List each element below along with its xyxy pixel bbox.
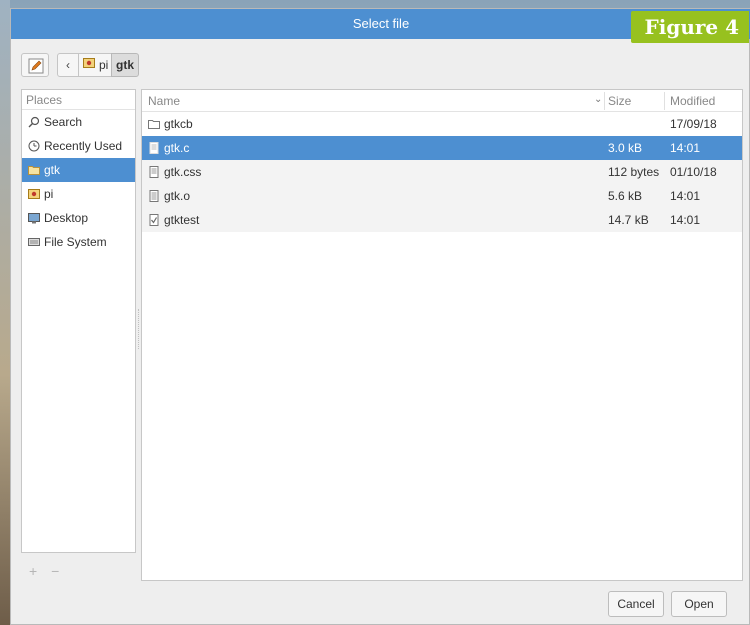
file-row-gtk-c[interactable]: gtk.c 3.0 kB 14:01: [142, 136, 742, 160]
pencil-icon: [28, 58, 44, 74]
search-icon: [28, 116, 40, 128]
file-name-cell: gtk.css: [148, 160, 201, 184]
file-name-cell: gtk.o: [148, 184, 190, 208]
cancel-button[interactable]: Cancel: [608, 591, 664, 617]
home-folder-icon: [28, 188, 40, 200]
figure-label: Figure 4: [630, 11, 749, 43]
remove-bookmark-button[interactable]: −: [51, 563, 59, 579]
file-list: Name ⌄ Size Modified gtkcb 17/09/18 gtk.…: [141, 89, 743, 581]
file-modified: 17/09/18: [670, 117, 717, 131]
path-back-button[interactable]: ‹: [57, 53, 79, 77]
desktop-icon: [28, 212, 40, 224]
breadcrumb-label: pi: [99, 58, 109, 72]
sidebar-item-label: Desktop: [44, 211, 89, 225]
home-folder-icon: [83, 57, 95, 69]
text-file-icon: [149, 142, 159, 154]
file-modified: 14:01: [670, 189, 701, 203]
file-size: 14.7 kB: [608, 213, 649, 227]
file-size: 112 bytes: [608, 165, 660, 179]
chevron-left-icon: ‹: [66, 58, 70, 72]
places-header: Places: [22, 90, 135, 110]
pane-resize-handle[interactable]: [138, 309, 140, 349]
sidebar-item-label: Recently Used: [44, 139, 123, 153]
sidebar-item-label: Search: [44, 115, 83, 129]
clock-icon: [28, 140, 40, 152]
column-header-name[interactable]: Name: [148, 94, 180, 108]
places-sidebar: Places Search Recently Used gtk pi Deskt: [21, 89, 136, 553]
breadcrumb-pi[interactable]: pi: [78, 53, 112, 77]
column-separator: [664, 92, 665, 110]
sidebar-item-file-system[interactable]: File System: [22, 230, 135, 254]
places-footer: + −: [21, 563, 136, 585]
add-bookmark-button[interactable]: +: [29, 563, 37, 579]
file-name: gtk.o: [164, 189, 191, 203]
sidebar-item-search[interactable]: Search: [22, 110, 135, 134]
column-separator: [604, 92, 605, 110]
desktop-background: [0, 0, 10, 625]
sidebar-item-label: pi: [44, 187, 54, 201]
sidebar-item-recently-used[interactable]: Recently Used: [22, 134, 135, 158]
file-modified: 01/10/18: [670, 165, 717, 179]
folder-icon: [28, 164, 40, 176]
executable-file-icon: [149, 214, 159, 226]
file-list-header: Name ⌄ Size Modified: [142, 90, 742, 112]
text-file-icon: [149, 166, 159, 178]
file-chooser-dialog: Select file Figure 4 ‹ pi gtk Places Sea…: [10, 8, 750, 625]
sidebar-item-label: gtk: [44, 163, 61, 177]
breadcrumb-gtk[interactable]: gtk: [111, 53, 139, 77]
sidebar-item-label: File System: [44, 235, 107, 249]
file-row-gtk-o[interactable]: gtk.o 5.6 kB 14:01: [142, 184, 742, 208]
column-header-size[interactable]: Size: [608, 94, 631, 108]
file-name: gtk.c: [164, 141, 190, 155]
type-location-button[interactable]: [21, 53, 49, 77]
file-name-cell: gtktest: [148, 208, 199, 232]
column-header-modified[interactable]: Modified: [670, 94, 715, 108]
sort-chevron-icon: ⌄: [594, 94, 603, 105]
folder-icon: [148, 120, 160, 129]
file-name: gtk.css: [164, 165, 202, 179]
file-modified: 14:01: [670, 141, 701, 155]
open-button[interactable]: Open: [671, 591, 727, 617]
sidebar-item-desktop[interactable]: Desktop: [22, 206, 135, 230]
window-title: Select file: [352, 16, 410, 31]
file-modified: 14:01: [670, 213, 701, 227]
file-name: gtkcb: [164, 117, 193, 131]
file-row-gtktest[interactable]: gtktest 14.7 kB 14:01: [142, 208, 742, 232]
file-name-cell: gtk.c: [148, 136, 189, 160]
file-size: 3.0 kB: [608, 141, 643, 155]
file-size: 5.6 kB: [608, 189, 643, 203]
file-name: gtktest: [164, 213, 200, 227]
file-name-cell: gtkcb: [148, 112, 193, 136]
file-row-gtkcb[interactable]: gtkcb 17/09/18: [142, 112, 742, 136]
sidebar-item-gtk[interactable]: gtk: [22, 158, 135, 182]
file-row-gtk-css[interactable]: gtk.css 112 bytes 01/10/18: [142, 160, 742, 184]
drive-icon: [28, 236, 40, 248]
binary-file-icon: [149, 190, 159, 202]
toolbar: ‹ pi gtk: [11, 49, 750, 79]
sidebar-item-pi[interactable]: pi: [22, 182, 135, 206]
